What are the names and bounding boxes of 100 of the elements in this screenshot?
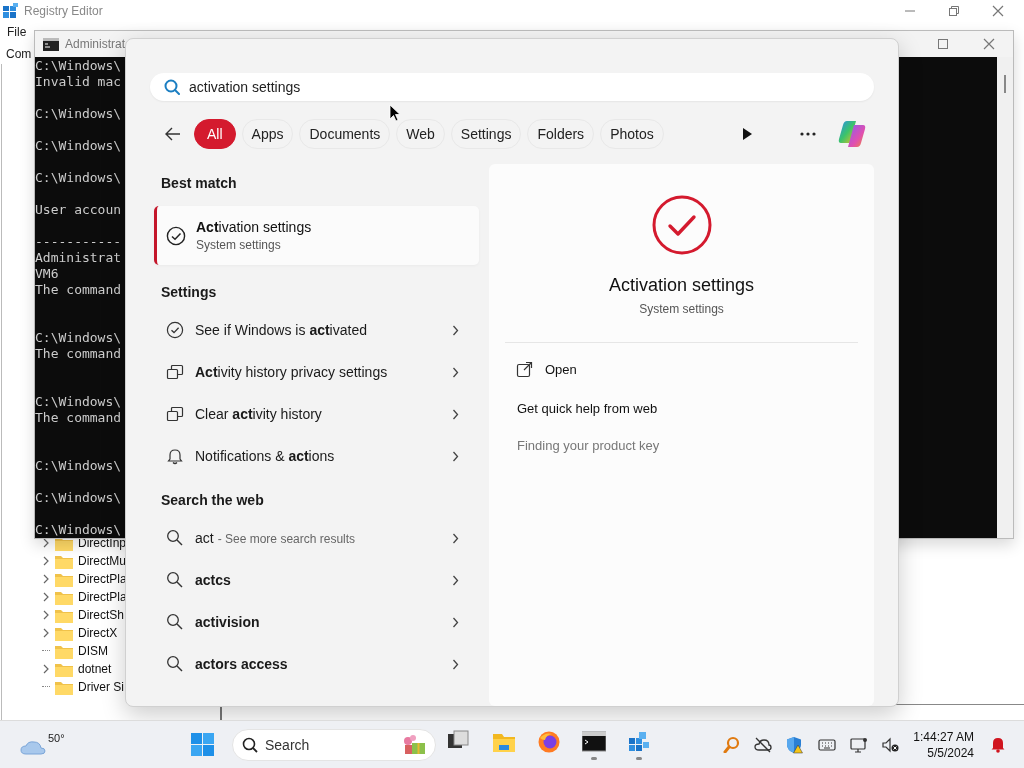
help-heading: Get quick help from web — [517, 401, 659, 416]
chevron-icon — [452, 366, 459, 378]
check-circle-icon — [166, 225, 186, 246]
cloud-off-icon[interactable] — [754, 736, 773, 753]
window-title: Registry Editor — [24, 4, 103, 18]
chevron-icon — [452, 658, 459, 670]
close-icon[interactable] — [992, 5, 1004, 17]
web-suggestion[interactable]: activision — [151, 601, 479, 643]
maximize-icon[interactable] — [937, 38, 949, 50]
address-bar[interactable]: Com — [6, 44, 32, 64]
section-heading: Best match — [160, 174, 238, 193]
result-item[interactable]: See if Windows is activated — [151, 309, 479, 351]
speaker-muted-icon[interactable] — [882, 736, 900, 753]
result-subtitle: System settings — [196, 238, 282, 252]
terminal-icon[interactable] — [581, 729, 606, 753]
network-icon[interactable] — [850, 736, 869, 753]
suggestion-text: actcs — [195, 572, 231, 588]
best-match-result[interactable]: Activation settings System settings — [154, 206, 479, 265]
clock-time[interactable]: 1:44:27 AM — [913, 728, 974, 745]
close-icon[interactable] — [983, 38, 995, 50]
help-link[interactable]: Finding your product key — [517, 438, 874, 453]
result-label: Clear activity history — [195, 406, 323, 422]
search-icon — [242, 736, 258, 753]
suggestion-text: actors access — [195, 656, 288, 672]
expand-icon[interactable] — [42, 556, 50, 566]
console-icon — [43, 36, 59, 52]
result-title: Activation settings — [196, 219, 312, 235]
console-line: C:\Windows\ — [35, 330, 122, 346]
taskbar-search-field[interactable]: Search — [232, 728, 436, 761]
tree-item[interactable]: DirectPla — [78, 590, 127, 604]
check-circle-icon — [166, 321, 184, 339]
web-suggestion[interactable]: actcs — [151, 559, 479, 601]
expand-icon[interactable] — [42, 628, 50, 638]
filter-tab[interactable]: Web — [396, 119, 445, 149]
gift-icon[interactable] — [402, 733, 426, 756]
chevron-icon — [452, 616, 459, 628]
expand-icon[interactable] — [42, 610, 50, 620]
tree-item[interactable]: Driver Si — [78, 680, 124, 694]
chevron-icon — [452, 408, 459, 420]
shield-warning-icon[interactable] — [786, 735, 805, 754]
result-item[interactable]: Clear activity history — [151, 393, 479, 435]
more-icon[interactable] — [800, 132, 816, 136]
notification-bell-icon[interactable] — [990, 736, 1006, 753]
registry-icon[interactable] — [626, 729, 651, 753]
folder-icon — [55, 571, 73, 587]
suggestion-text: activision — [195, 614, 260, 630]
preview-title: Activation settings — [607, 275, 756, 296]
clock-date[interactable]: 5/5/2024 — [913, 744, 974, 761]
tree-item[interactable]: DirectX — [78, 626, 118, 640]
result-item[interactable]: Activity history privacy settings — [151, 351, 479, 393]
play-icon[interactable] — [742, 128, 752, 140]
keyboard-icon[interactable] — [818, 736, 837, 753]
filter-tab[interactable]: Photos — [600, 119, 664, 149]
open-external-icon[interactable] — [516, 361, 533, 378]
filter-tab[interactable]: Documents — [299, 119, 391, 149]
restore-icon[interactable] — [948, 5, 960, 17]
filter-tab[interactable]: Folders — [527, 119, 595, 149]
magnifier-icon[interactable] — [723, 736, 741, 753]
scrollbar-thumb[interactable] — [1004, 75, 1006, 93]
chevron-icon — [452, 324, 459, 336]
section-heading: Settings — [160, 283, 218, 302]
console-line: C:\Windows\ — [35, 458, 122, 474]
console-line: C:\Windows\ — [35, 170, 122, 186]
filter-tab[interactable]: Settings — [450, 119, 522, 149]
console-line: Invalid mac — [35, 74, 122, 90]
check-circle-icon — [651, 195, 712, 255]
chevron-icon — [452, 532, 459, 544]
console-line: ----------- — [35, 234, 122, 250]
expand-icon[interactable] — [42, 592, 50, 602]
expand-icon[interactable] — [42, 574, 50, 584]
bell-icon — [166, 447, 184, 465]
filter-tab[interactable]: All — [194, 119, 236, 149]
result-item[interactable]: Notifications & actions — [151, 435, 479, 477]
tree-item[interactable]: DISM — [78, 644, 108, 658]
expand-icon[interactable] — [42, 664, 50, 674]
menu-item[interactable]: File — [7, 25, 27, 39]
start-icon[interactable] — [191, 733, 214, 756]
browser-icon[interactable] — [536, 729, 561, 753]
web-suggestion[interactable]: actors access — [151, 643, 479, 685]
temperature[interactable]: 50° — [48, 731, 65, 744]
tree-item[interactable]: dotnet — [78, 662, 112, 676]
folder-icon — [55, 589, 73, 605]
scrollbar[interactable] — [997, 57, 1013, 538]
web-suggestion[interactable]: act - See more search results — [151, 517, 479, 559]
back-arrow-icon[interactable] — [164, 126, 182, 142]
folder-icon — [55, 625, 73, 641]
copilot-icon[interactable] — [838, 119, 868, 149]
filter-tab[interactable]: Apps — [241, 119, 294, 149]
folder-icon — [55, 679, 73, 695]
query-field[interactable]: activation settings — [150, 73, 874, 101]
suggestion-text: act — [195, 530, 214, 546]
tree-item[interactable]: DirectMu — [78, 554, 126, 568]
console-line: C:\Windows\ — [35, 394, 122, 410]
folder-icon — [55, 607, 73, 623]
open-link[interactable]: Open — [545, 362, 577, 377]
console-line: C:\Windows\ — [35, 58, 122, 74]
tree-item[interactable]: DirectPla — [78, 572, 127, 586]
console-line: C:\Windows\ — [35, 106, 122, 122]
chevron-icon — [452, 574, 459, 586]
tree-item[interactable]: DirectSh — [78, 608, 124, 622]
